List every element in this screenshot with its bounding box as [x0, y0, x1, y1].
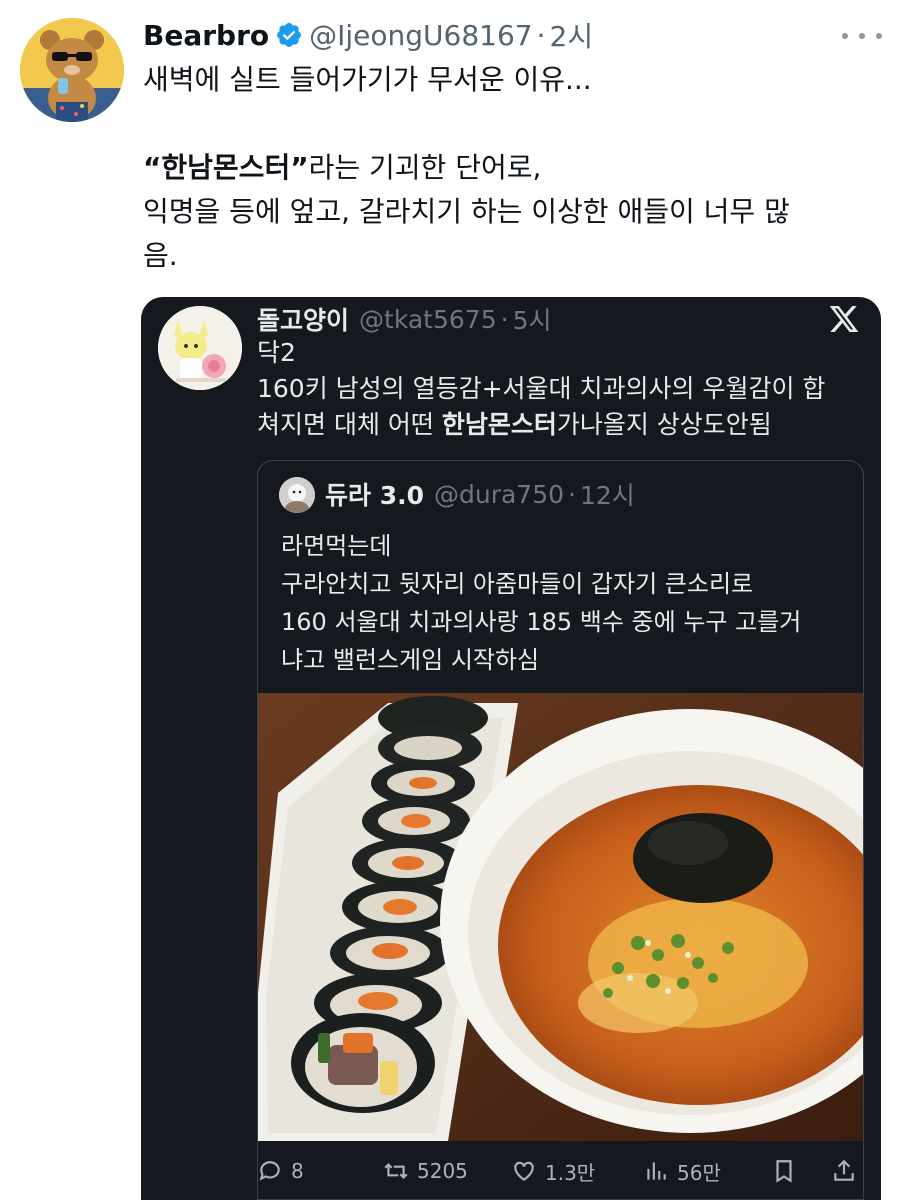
- quoted-text: 닥2 160키 남성의 열등감+서울대 치과의사의 우월감이 합 쳐지면 대체 …: [257, 335, 857, 443]
- repost-icon: [384, 1162, 408, 1180]
- quoted-line-part: 쳐지면 대체 어떤: [257, 410, 442, 439]
- nested-line: 냐고 밸런스게임 시작하심: [281, 646, 540, 674]
- verified-badge-icon: [277, 23, 302, 47]
- quoted-bold-phrase: 한남몬스터: [441, 410, 557, 439]
- author-avatar[interactable]: [20, 18, 124, 122]
- nested-author-avatar: [279, 477, 315, 513]
- tweet-bold-phrase: “한남몬스터”: [143, 151, 309, 184]
- tweet-time[interactable]: 2시: [550, 15, 594, 55]
- repost-count: 5205: [417, 1159, 468, 1183]
- nested-text: 라면먹는데 구라안치고 뒷자리 아줌마들이 갑자기 큰소리로 160 서울대 치…: [281, 527, 851, 679]
- nested-quote-card: 듀라 3.0 @dura750 · 12시 라면먹는데 구라안치고 뒷자리 아줌…: [257, 460, 864, 1200]
- x-logo-icon: [829, 306, 859, 332]
- separator-dot: ·: [500, 304, 509, 334]
- heart-icon: [514, 1161, 534, 1181]
- author-name[interactable]: Bearbro: [143, 19, 269, 52]
- quoted-author-avatar: [158, 306, 242, 390]
- share-icon: [834, 1159, 854, 1181]
- quoted-author-handle: @tkat5675: [359, 304, 497, 334]
- like-button[interactable]: 1.3만: [511, 1151, 595, 1191]
- nested-author-name: 듀라 3.0: [325, 481, 424, 510]
- embedded-screenshot[interactable]: 돌고양이 @tkat5675 · 5시 닥2 160키 남성의 열등감+서울대 …: [141, 297, 881, 1200]
- quoted-line-part: 가나올지 상상도안됨: [556, 410, 772, 439]
- tweet-header: Bearbro @IjeongU68167 · 2시: [143, 16, 593, 54]
- nested-line: 라면먹는데: [281, 532, 392, 560]
- quoted-header: 돌고양이 @tkat5675 · 5시: [257, 301, 551, 337]
- quoted-author-name: 돌고양이: [257, 306, 350, 335]
- share-button[interactable]: [831, 1151, 865, 1191]
- quoted-time: 5시: [512, 306, 552, 335]
- nested-author-handle: @dura750: [434, 479, 565, 509]
- nested-line: 160 서울대 치과의사랑 185 백수 중에 누구 고를거: [281, 608, 802, 636]
- tweet-line: 익명을 등에 엎고, 갈라치기 하는 이상한 애들이 너무 많: [143, 195, 790, 228]
- quoted-line: 160키 남성의 열등감+서울대 치과의사의 우월감이 합: [257, 374, 826, 403]
- author-handle[interactable]: @IjeongU68167: [309, 19, 532, 52]
- bookmark-button[interactable]: [771, 1151, 805, 1191]
- quoted-line: 쳐지면 대체 어떤 한남몬스터가나올지 상상도안됨: [257, 407, 857, 443]
- nested-header: 듀라 3.0 @dura750 · 12시: [325, 476, 635, 512]
- separator-dot: ·: [536, 18, 546, 52]
- action-bar: 8 5205 1.3만 56만: [141, 1151, 881, 1191]
- tweet-line: “한남몬스터”라는 기괴한 단어로,: [143, 146, 883, 190]
- nested-time: 12시: [579, 481, 635, 510]
- views-count: 56만: [677, 1160, 721, 1185]
- reply-count: 8: [291, 1159, 304, 1183]
- tweet-line: 새벽에 실트 들어가기가 무서운 이유...: [143, 63, 592, 96]
- tweet-line-rest: 라는 기괴한 단어로,: [308, 151, 542, 184]
- views-chart-icon: [647, 1162, 666, 1180]
- tweet-line: 음.: [143, 239, 178, 272]
- repost-button[interactable]: 5205: [383, 1151, 468, 1191]
- nested-line: 구라안치고 뒷자리 아줌마들이 갑자기 큰소리로: [281, 570, 754, 598]
- reply-icon: [259, 1161, 280, 1181]
- bookmark-icon: [776, 1160, 792, 1183]
- views-button[interactable]: 56만: [643, 1151, 721, 1191]
- separator-dot: ·: [568, 479, 576, 509]
- reply-button[interactable]: 8: [257, 1151, 304, 1191]
- like-count: 1.3만: [545, 1160, 596, 1185]
- quoted-line: 닥2: [257, 338, 296, 367]
- tweet-blank-line: [143, 102, 883, 146]
- more-dots-icon[interactable]: [842, 26, 882, 46]
- tweet-text: 새벽에 실트 들어가기가 무서운 이유... “한남몬스터”라는 기괴한 단어로…: [143, 58, 883, 278]
- food-photo: [258, 693, 863, 1141]
